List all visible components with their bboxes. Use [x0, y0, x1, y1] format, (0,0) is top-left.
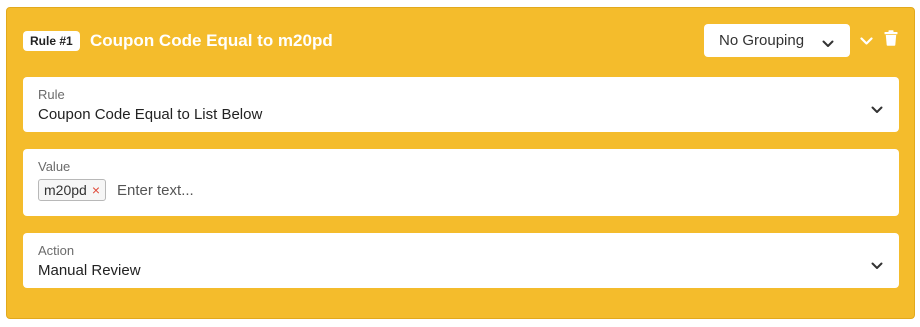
rule-card: Rule #1 Coupon Code Equal to m20pd No Gr…: [6, 7, 915, 319]
remove-tag-icon[interactable]: ×: [92, 180, 100, 200]
rule-title: Coupon Code Equal to m20pd: [90, 31, 333, 50]
value-text-input[interactable]: [117, 179, 417, 201]
action-field-label: Action: [38, 243, 75, 258]
value-tag-text: m20pd: [44, 182, 87, 198]
action-select[interactable]: Action Manual Review: [23, 233, 899, 288]
value-tag: m20pd ×: [38, 179, 106, 201]
rule-select[interactable]: Rule Coupon Code Equal to List Below: [23, 77, 899, 132]
trash-icon[interactable]: [884, 30, 898, 51]
rule-field-label: Rule: [38, 87, 65, 102]
collapse-chevron-icon[interactable]: [860, 33, 873, 51]
chevron-down-icon: [871, 257, 883, 275]
rule-number-badge: Rule #1: [23, 31, 80, 51]
action-field-value: Manual Review: [38, 262, 141, 279]
grouping-select[interactable]: No Grouping: [704, 24, 850, 57]
chevron-down-icon: [822, 35, 834, 52]
rule-field-value: Coupon Code Equal to List Below: [38, 106, 263, 123]
value-field-label: Value: [38, 159, 71, 174]
grouping-selected-label: No Grouping: [719, 32, 805, 49]
value-tag-field[interactable]: Value m20pd ×: [23, 149, 899, 216]
chevron-down-icon: [871, 101, 883, 119]
